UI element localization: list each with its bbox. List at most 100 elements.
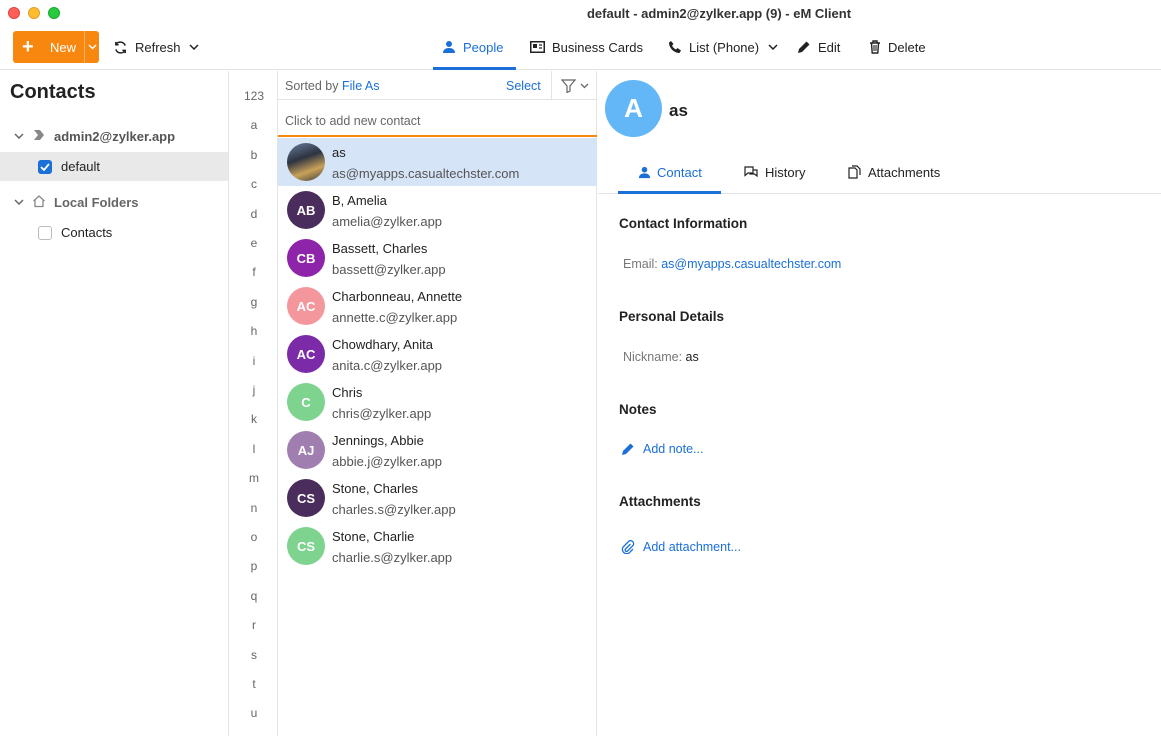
chevron-down-icon[interactable] [14,197,24,208]
letter-index-item[interactable]: p [230,559,278,573]
sidebar-title: Contacts [10,81,96,103]
letter-index-item[interactable]: c [230,177,278,191]
contact-name-text: Chowdhary, Anita [332,337,433,352]
sort-field-link[interactable]: File As [342,79,380,93]
new-dropdown-button[interactable] [84,31,99,63]
contact-email-text: charlie.s@zylker.app [332,550,453,565]
contact-list-pane: Sorted by File As Select Click to add ne… [278,71,597,736]
letter-index-item[interactable]: a [230,118,278,132]
tab-people-label: People [463,39,504,55]
contact-avatar-small [287,143,325,181]
contact-list-item[interactable]: AC Chowdhary, Anita anita.c@zylker.app [278,330,597,378]
tab-list-phone-label: List (Phone) [689,39,760,55]
letter-index-item[interactable]: i [230,354,278,368]
sidebar-contacts-label: Contacts [61,225,113,240]
business-card-icon [530,41,545,53]
default-checkbox[interactable] [38,159,52,174]
tab-contact-label: Contact [657,165,702,180]
letter-index-item[interactable]: u [230,706,278,720]
person-icon [638,166,651,179]
contact-avatar-small: C [287,383,325,421]
refresh-icon [115,40,126,54]
filter-icon [560,78,576,93]
contact-email-text: annette.c@zylker.app [332,310,458,325]
letter-index-item[interactable]: k [230,412,278,426]
edit-button[interactable]: Edit [797,33,840,61]
sidebar-item-account[interactable]: admin2@zylker.app [0,122,228,151]
add-attachment-button[interactable]: Add attachment... [621,540,741,554]
chevron-down-icon [580,83,588,88]
tab-people[interactable]: People [442,33,503,61]
letter-index-item[interactable]: e [230,236,278,250]
nickname-label: Nickname: [623,350,683,364]
letter-index-item[interactable]: t [230,677,278,691]
email-link[interactable]: as@myapps.casualtechster.com [661,257,841,271]
window-title: default - admin2@zylker.app (9) - eM Cli… [586,6,852,21]
letter-index-item[interactable]: g [230,295,278,309]
new-button[interactable]: + New [13,31,99,63]
personal-details-heading: Personal Details [619,309,725,324]
select-button[interactable]: Select [506,79,541,93]
sidebar-account-label: admin2@zylker.app [54,129,176,144]
title-toolbar: default - admin2@zylker.app (9) - eM Cli… [0,0,1161,70]
sidebar-item-default[interactable]: default [0,152,228,181]
list-phone-dropdown-button[interactable] [768,33,778,61]
delete-button[interactable]: Delete [869,33,926,61]
letter-index-item[interactable]: h [230,324,278,338]
contact-name-text: as [332,145,346,160]
sorted-by-label: Sorted by [285,79,339,93]
contact-name: as [669,101,688,120]
letter-index-item[interactable]: j [230,383,278,397]
filter-button[interactable] [551,71,597,100]
pencil-icon [622,443,634,455]
sidebar-item-contacts[interactable]: Contacts [0,218,228,247]
add-note-button[interactable]: Add note... [621,442,703,456]
add-contact-input[interactable]: Click to add new contact [278,101,597,137]
delete-label: Delete [888,39,926,55]
letter-index-item[interactable]: q [230,589,278,603]
tab-contact[interactable]: Contact [638,165,702,180]
new-button-label: New [50,39,77,55]
contact-email-text: anita.c@zylker.app [332,358,443,373]
contact-list-item[interactable]: as as@myapps.casualtechster.com [278,138,597,186]
add-note-label: Add note... [643,442,704,456]
letter-index-item[interactable]: 123 [230,89,278,103]
contact-list-item[interactable]: AC Charbonneau, Annette annette.c@zylker.a… [278,282,597,330]
contacts-checkbox[interactable] [38,225,52,240]
letter-index-item[interactable]: r [230,618,278,632]
tab-history[interactable]: History [743,165,805,180]
chevron-down-icon[interactable] [14,131,24,142]
letter-index-item[interactable]: f [230,265,278,279]
trash-icon [870,40,880,54]
contact-list-item[interactable]: AJ Jennings, Abbie abbie.j@zylker.app [278,426,597,474]
contact-email-text: as@myapps.casualtechster.com [332,166,520,181]
sidebar-item-local-folders[interactable]: Local Folders [0,188,228,217]
contact-name-text: Stone, Charlie [332,529,415,544]
contact-list-item[interactable]: CB Bassett, Charles bassett@zylker.app [278,234,597,282]
contact-email-text: amelia@zylker.app [332,214,443,229]
letter-index-item[interactable]: s [230,648,278,662]
contact-detail-pane: A as Contact History Attachments Contact… [598,71,1161,736]
contact-avatar-small: AJ [287,431,325,469]
contact-avatar-small: AB [287,191,325,229]
tab-attachments[interactable]: Attachments [846,165,940,180]
tab-list-phone[interactable]: List (Phone) [668,33,759,61]
refresh-label: Refresh [135,39,181,55]
contact-list-item[interactable]: CS Stone, Charlie charlie.s@zylker.app [278,522,597,570]
contact-list-item[interactable]: AB B, Amelia amelia@zylker.app [278,186,597,234]
letter-index-item[interactable]: b [230,148,278,162]
contact-avatar-small: CS [287,479,325,517]
contact-name-text: Stone, Charles [332,481,418,496]
notes-heading: Notes [619,402,657,417]
contact-list-item[interactable]: CS Stone, Charles charles.s@zylker.app [278,474,597,522]
refresh-dropdown-button[interactable] [189,33,199,61]
contact-list-item[interactable]: C Chris chris@zylker.app [278,378,597,426]
letter-index-item[interactable]: l [230,442,278,456]
letter-index-item[interactable]: n [230,501,278,515]
refresh-button[interactable]: Refresh [113,33,181,61]
letter-index-item[interactable]: o [230,530,278,544]
letter-index-item[interactable]: m [230,471,278,485]
tab-business-cards[interactable]: Business Cards [530,33,643,61]
contact-avatar-small: AC [287,287,325,325]
letter-index-item[interactable]: d [230,207,278,221]
